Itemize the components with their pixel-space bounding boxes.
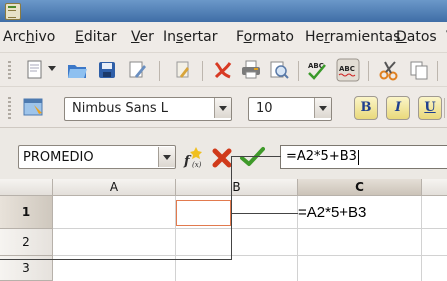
toolbar-separator	[202, 61, 203, 81]
formula-input[interactable]: =A2*5+B3	[280, 145, 447, 169]
save-icon[interactable]	[96, 59, 118, 81]
svg-text:f: f	[183, 154, 192, 169]
column-header-a[interactable]: A	[53, 179, 176, 196]
callout-line	[231, 156, 232, 260]
menu-editar[interactable]: Editar	[75, 29, 116, 45]
cell-b1-highlight[interactable]	[176, 200, 231, 226]
export-pdf-icon[interactable]	[212, 59, 234, 81]
font-name-dropdown-button[interactable]	[214, 98, 231, 118]
menu-ver[interactable]: Ver	[131, 29, 154, 45]
cell-c1-content[interactable]: =A2*5+B3	[298, 204, 366, 221]
name-box-value: PROMEDIO	[23, 150, 94, 165]
toolbar-separator	[298, 61, 299, 81]
font-size-combo[interactable]: 10	[248, 97, 332, 121]
text-caret	[358, 150, 359, 165]
edit-file-icon[interactable]	[126, 59, 148, 81]
column-header-c[interactable]: C	[298, 179, 422, 196]
formula-text: =A2*5+B3	[286, 149, 357, 164]
row-header-1[interactable]: 1	[0, 196, 53, 229]
row-header-2[interactable]: 2	[0, 229, 53, 256]
accept-icon[interactable]	[239, 146, 265, 168]
callout-line	[231, 156, 281, 157]
column-header-b[interactable]: B	[176, 179, 298, 196]
underline-label: U	[424, 100, 436, 115]
cancel-icon[interactable]	[211, 147, 233, 169]
toolbar-separator	[444, 98, 445, 118]
menu-herramientas[interactable]: Herramientas	[305, 29, 400, 45]
calc-window: Archivo Editar Ver Insertar Formato Herr…	[0, 0, 447, 281]
title-bar	[0, 0, 447, 22]
italic-button[interactable]: I	[386, 96, 410, 120]
font-name-value: Nimbus Sans L	[72, 101, 169, 116]
menu-formato[interactable]: Formato	[236, 29, 294, 45]
font-size-dropdown-button[interactable]	[314, 98, 331, 118]
svg-text:(x): (x)	[192, 161, 202, 169]
autospellcheck-icon[interactable]: ABC	[336, 58, 360, 82]
callout-line	[231, 213, 298, 214]
page-preview-icon[interactable]	[268, 59, 290, 81]
edit-mode-icon[interactable]	[172, 59, 194, 81]
chevron-down-icon[interactable]	[48, 64, 56, 72]
row-gridline	[53, 255, 447, 256]
underline-button[interactable]: U	[418, 96, 442, 120]
new-document-icon[interactable]	[24, 59, 46, 81]
print-icon[interactable]	[240, 59, 262, 81]
toolbar-grip[interactable]	[8, 61, 11, 81]
menu-datos[interactable]: Datos	[396, 29, 437, 45]
svg-text:ABC: ABC	[339, 65, 355, 73]
spellcheck-icon[interactable]: ABC	[306, 59, 328, 81]
row-gridline	[53, 228, 447, 229]
function-wizard-icon[interactable]: f (x)	[182, 145, 208, 171]
toolbar-separator	[437, 61, 438, 81]
bold-button[interactable]: B	[354, 96, 378, 120]
name-box-dropdown-button[interactable]	[158, 147, 175, 167]
copy-icon[interactable]	[408, 59, 430, 81]
column-header-d[interactable]	[422, 179, 447, 196]
name-box[interactable]: PROMEDIO	[18, 145, 176, 169]
font-name-combo[interactable]: Nimbus Sans L	[64, 97, 232, 121]
standard-toolbar: ABC ABC	[0, 52, 447, 87]
open-folder-icon[interactable]	[66, 59, 88, 81]
cut-icon[interactable]	[378, 59, 400, 81]
menu-insertar[interactable]: Insertar	[163, 29, 218, 45]
calc-app-icon[interactable]	[5, 3, 21, 20]
menu-bar: Archivo Editar Ver Insertar Formato Herr…	[0, 22, 447, 52]
menu-archivo[interactable]: Archivo	[3, 29, 55, 45]
toolbar-grip[interactable]	[8, 97, 11, 119]
select-all-corner[interactable]	[0, 179, 53, 196]
bold-label: B	[360, 100, 372, 115]
font-size-value: 10	[256, 101, 273, 116]
styles-formatting-icon[interactable]	[22, 95, 46, 119]
callout-line	[0, 259, 232, 260]
toolbar-separator	[159, 61, 160, 81]
italic-label: I	[394, 100, 402, 115]
column-gridline	[421, 196, 422, 281]
toolbar-separator	[368, 61, 369, 81]
